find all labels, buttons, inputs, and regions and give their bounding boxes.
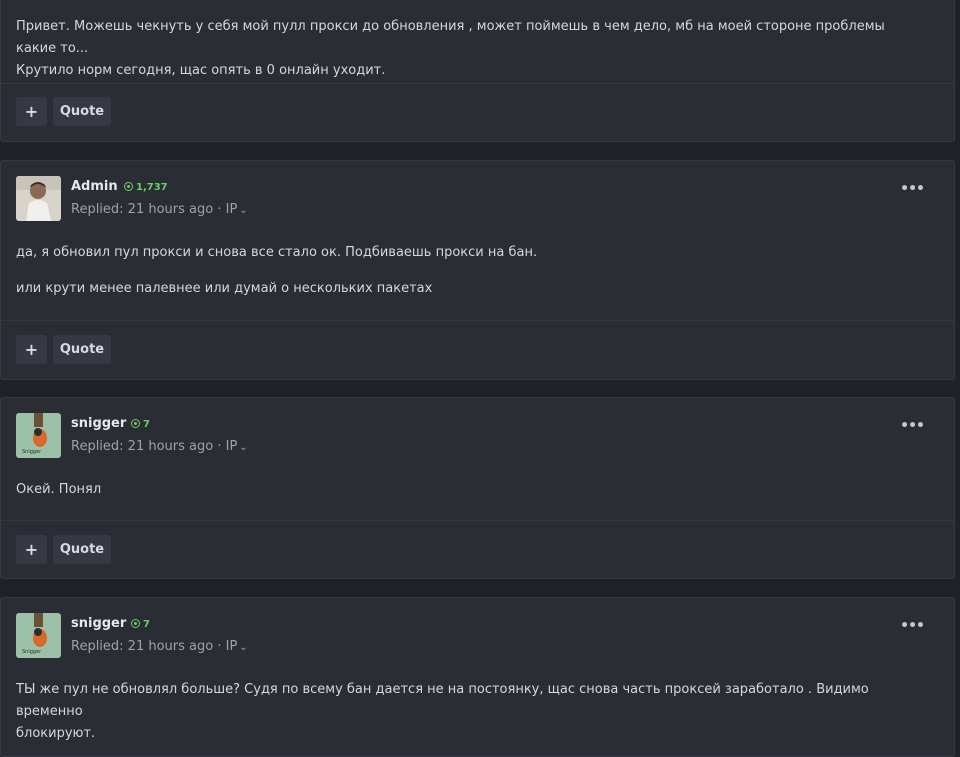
- post-2: Snigger snigger 7 Replied: 21 hours ago …: [0, 397, 955, 579]
- chevron-down-icon[interactable]: ⌄: [239, 205, 247, 216]
- plus-circle-icon: [131, 419, 140, 428]
- post-meta: Replied: 21 hours ago · IP ⌄: [71, 639, 248, 654]
- avatar[interactable]: Snigger: [16, 413, 61, 458]
- react-button[interactable]: +: [16, 97, 47, 126]
- author-name[interactable]: snigger: [71, 616, 126, 631]
- more-options-icon[interactable]: •••: [900, 418, 925, 434]
- react-button[interactable]: +: [16, 335, 47, 364]
- post-body: Привет. Можешь чекнуть у себя мой пулл п…: [16, 16, 916, 82]
- post-0: Привет. Можешь чекнуть у себя мой пулл п…: [0, 0, 955, 142]
- author-name[interactable]: snigger: [71, 416, 126, 431]
- post-1: Admin 1,737 Replied: 21 hours ago · IP ⌄ …: [0, 160, 955, 380]
- quote-button[interactable]: Quote: [53, 535, 111, 564]
- post-body: Окей. Понял: [16, 479, 916, 515]
- svg-text:Snigger: Snigger: [22, 449, 42, 455]
- reputation-badge: 1,737: [124, 181, 168, 193]
- post-actions: + Quote: [16, 535, 113, 565]
- chevron-down-icon[interactable]: ⌄: [239, 442, 247, 453]
- post-body: ТЫ же пул не обновлял больше? Судя по вс…: [16, 679, 916, 745]
- more-options-icon[interactable]: •••: [900, 181, 925, 197]
- post-text-line: ТЫ же пул не обновлял больше? Судя по вс…: [16, 682, 869, 719]
- quote-button[interactable]: Quote: [53, 335, 111, 364]
- divider: [1, 83, 954, 84]
- divider: [1, 320, 954, 321]
- post-actions: + Quote: [16, 335, 113, 365]
- avatar[interactable]: [16, 176, 61, 221]
- post-text-line: или крути менее палевнее или думай о нес…: [16, 281, 433, 296]
- plus-circle-icon: [124, 182, 133, 191]
- avatar[interactable]: Snigger: [16, 613, 61, 658]
- post-meta: Replied: 21 hours ago · IP ⌄: [71, 202, 248, 217]
- post-actions: + Quote: [16, 97, 113, 127]
- post-text-line: блокируют.: [16, 726, 96, 741]
- react-button[interactable]: +: [16, 535, 47, 564]
- divider: [1, 520, 954, 521]
- plus-circle-icon: [131, 619, 140, 628]
- quote-button[interactable]: Quote: [53, 97, 111, 126]
- chevron-down-icon[interactable]: ⌄: [239, 642, 247, 653]
- post-text-line: Привет. Можешь чекнуть у себя мой пулл п…: [16, 19, 885, 56]
- post-body: да, я обновил пул прокси и снова все ста…: [16, 242, 916, 314]
- more-options-icon[interactable]: •••: [900, 618, 925, 634]
- author-name[interactable]: Admin: [71, 179, 118, 194]
- post-text-line: Окей. Понял: [16, 482, 102, 497]
- post-meta: Replied: 21 hours ago · IP ⌄: [71, 439, 248, 454]
- svg-text:Snigger: Snigger: [22, 649, 42, 655]
- post-text-line: Крутило норм сегодня, щас опять в 0 онла…: [16, 63, 386, 78]
- reputation-badge: 7: [131, 418, 150, 430]
- post-3: Snigger snigger 7 Replied: 21 hours ago …: [0, 597, 955, 757]
- reputation-badge: 7: [131, 618, 150, 630]
- post-text-line: да, я обновил пул прокси и снова все ста…: [16, 245, 538, 260]
